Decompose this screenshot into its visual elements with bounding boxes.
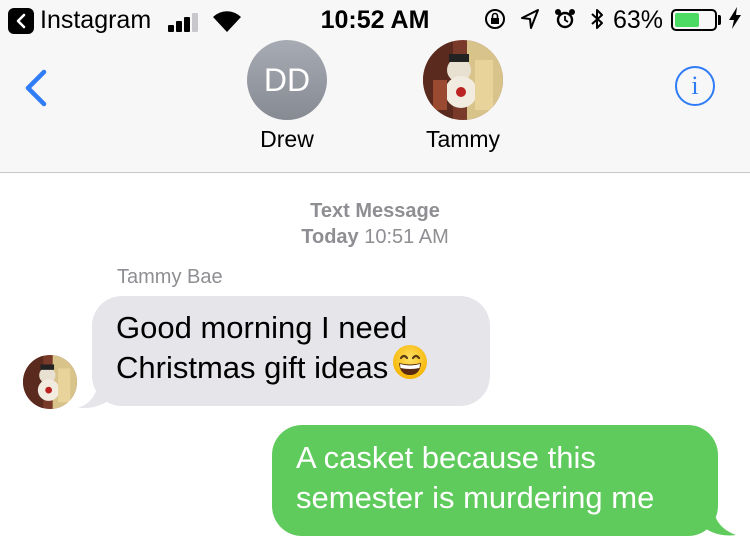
timestamp-time: 10:51 AM [364,226,449,248]
contact-name-drew: Drew [260,126,314,152]
avatar-drew: DD [247,40,327,120]
battery-icon [671,9,717,31]
message-timestamp: Today 10:51 AM [0,226,750,249]
grinning-face-emoji-icon [392,344,428,390]
sender-avatar[interactable] [23,355,77,409]
info-button[interactable]: i [675,66,715,106]
timestamp-day: Today [301,226,359,248]
message-line: Good morning I need [116,310,408,345]
charging-bolt-icon [728,6,742,36]
battery-level-fill [675,13,699,27]
location-icon [520,8,540,36]
contact-name-tammy: Tammy [425,126,501,152]
avatar-tammy [423,40,503,120]
message-line: A casket because this [296,440,596,475]
message-line-text: Christmas gift ideas [116,350,389,385]
contact-drew[interactable]: DD Drew [227,40,347,153]
sender-name: Tammy Bae [117,266,223,288]
battery-cap [718,15,721,25]
status-icons [484,8,610,36]
service-label: Text Message [310,200,440,222]
orientation-lock-icon [484,8,506,36]
incoming-message-bubble[interactable]: Good morning I need Christmas gift ideas [92,296,490,406]
contact-tammy[interactable]: Tammy [403,40,523,153]
battery-percentage: 63% [613,6,664,34]
status-bar: Instagram 10:52 AM 63% [0,0,750,40]
back-chevron-icon[interactable] [20,68,50,108]
alarm-icon [554,8,576,36]
bluetooth-icon [590,8,604,36]
message-line: semester is murdering me [296,480,655,515]
message-line: Christmas gift ideas [116,344,490,390]
conversation-header: DD Drew Tammy i [0,40,750,173]
outgoing-message-bubble[interactable]: A casket because this semester is murder… [272,425,718,536]
